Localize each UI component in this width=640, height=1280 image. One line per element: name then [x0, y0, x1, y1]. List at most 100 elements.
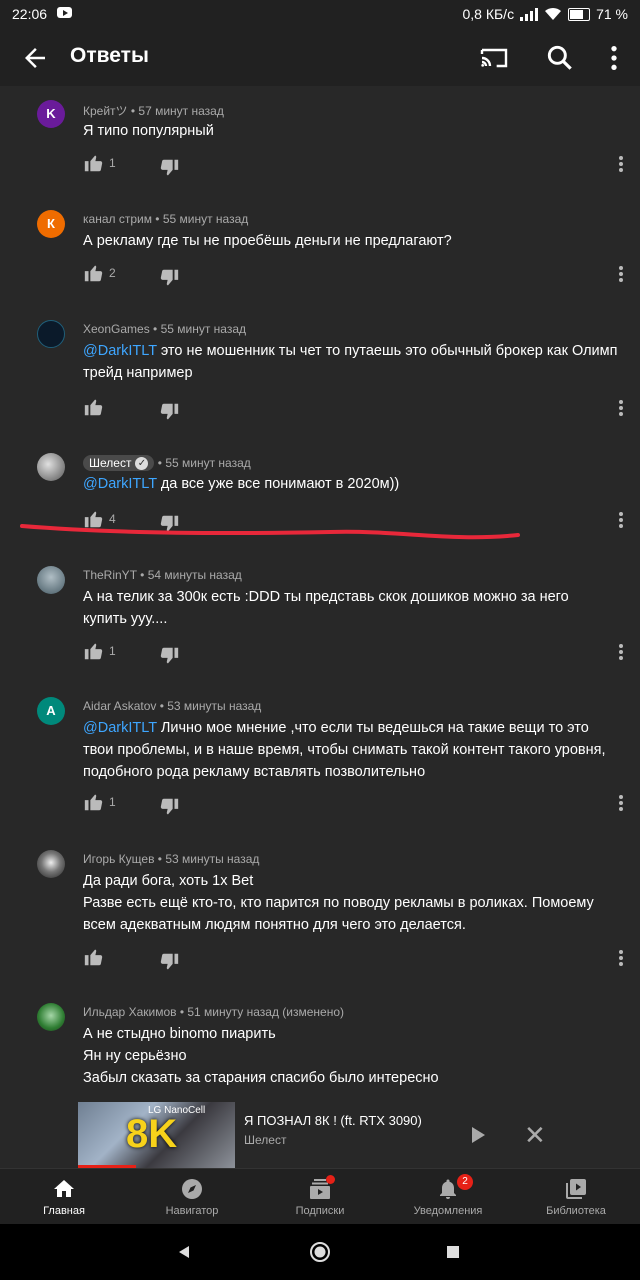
comment-line: Я типо популярный: [83, 123, 214, 139]
avatar[interactable]: [37, 453, 65, 481]
red-underline-annotation: [20, 524, 520, 540]
comment-line: Разве есть ещё кто-то, кто парится по по…: [83, 895, 594, 911]
search-icon[interactable]: [544, 42, 576, 74]
comment-time: 55 минут назад: [165, 456, 251, 470]
comment-menu-icon[interactable]: [619, 156, 623, 172]
comment-line: А не стыдно binomo пиарить: [83, 1026, 276, 1042]
comment-author[interactable]: Aidar Askatov: [83, 699, 156, 713]
thumb-down-icon[interactable]: [158, 401, 180, 423]
thumb-up-icon[interactable]: [83, 262, 105, 284]
comment-actions: 2: [83, 262, 623, 286]
avatar[interactable]: [37, 1003, 65, 1031]
comment-author[interactable]: Игорь Кущев: [83, 852, 154, 866]
comment-time: 51 минуту назад (изменено): [187, 1005, 345, 1019]
comment-line: @DarkITLT Лично мое мнение ,что если ты …: [83, 717, 623, 739]
like-count: 2: [109, 266, 116, 280]
comment-line: твои проблемы, и в наше время, чтобы сни…: [83, 742, 606, 758]
comment-menu-icon[interactable]: [619, 795, 623, 811]
status-right: 0,8 КБ/с 71 %: [462, 6, 628, 22]
comment-time: 57 минут назад: [138, 104, 224, 118]
comment-author[interactable]: канал стрим: [83, 212, 152, 226]
avatar[interactable]: [37, 850, 65, 878]
avatar[interactable]: [37, 566, 65, 594]
thumb-down-icon[interactable]: [158, 157, 180, 179]
nav-library[interactable]: Библиотека: [512, 1169, 640, 1225]
signal-icon: [520, 7, 539, 21]
system-recents-icon[interactable]: [446, 1245, 460, 1259]
thumb-up-icon[interactable]: [83, 791, 105, 813]
library-icon: [566, 1179, 586, 1199]
mention-link[interactable]: @DarkITLT: [83, 343, 157, 359]
comment-menu-icon[interactable]: [619, 400, 623, 416]
avatar[interactable]: K: [37, 100, 65, 128]
mini-player-channel: Шелест: [244, 1133, 287, 1147]
comment-meta: Крейтツ • 57 минут назад: [83, 104, 224, 118]
comment-line: @DarkITLT да все уже все понимают в 2020…: [83, 473, 623, 495]
notification-badge: 2: [457, 1174, 473, 1190]
comment-author[interactable]: TheRinYT: [83, 568, 137, 582]
system-back-icon[interactable]: [176, 1244, 192, 1260]
wifi-icon: [545, 7, 562, 20]
comment-meta: Ильдар Хакимов • 51 минуту назад (измене…: [83, 1005, 345, 1019]
comment-line: А на телик за 300к есть :DDD ты представ…: [83, 589, 569, 605]
mention-link[interactable]: @DarkITLT: [83, 720, 157, 736]
cast-icon[interactable]: [478, 42, 510, 74]
nav-subscriptions[interactable]: Подписки: [256, 1169, 384, 1225]
thumb-up-icon[interactable]: [83, 640, 105, 662]
comment-actions: [83, 946, 623, 970]
avatar[interactable]: [37, 320, 65, 348]
avatar[interactable]: К: [37, 210, 65, 238]
page-title: Ответы: [70, 44, 149, 67]
nav-explore[interactable]: Навигатор: [128, 1169, 256, 1225]
nav-label: Главная: [43, 1205, 85, 1217]
status-bar: 22:06 0,8 КБ/с 71 %: [0, 0, 640, 30]
comment-menu-icon[interactable]: [619, 644, 623, 660]
battery-icon: [568, 7, 591, 21]
mini-player[interactable]: LG NanoCell 8K Я ПОЗНАЛ 8К ! (ft. RTX 30…: [78, 1102, 640, 1168]
avatar[interactable]: A: [37, 697, 65, 725]
comment-time: 53 минуты назад: [165, 852, 260, 866]
channel-owner-badge[interactable]: Шелест ✓: [83, 455, 155, 471]
status-time: 22:06: [12, 6, 48, 22]
mini-player-title[interactable]: Я ПОЗНАЛ 8К ! (ft. RTX 3090): [244, 1113, 422, 1128]
thumb-up-icon[interactable]: [83, 396, 105, 418]
back-arrow-icon[interactable]: [20, 43, 50, 73]
comment-author: Шелест: [89, 456, 132, 470]
comment-author[interactable]: Ильдар Хакимов: [83, 1005, 177, 1019]
video-thumbnail[interactable]: LG NanoCell 8K: [78, 1102, 235, 1168]
comment-text: А рекламу где ты не проебёшь деньги не п…: [83, 230, 623, 252]
thumb-down-icon[interactable]: [158, 951, 180, 973]
app-bar: Ответы: [0, 30, 640, 86]
comment-text: А на телик за 300к есть :DDD ты представ…: [83, 586, 623, 630]
comment-author[interactable]: Крейтツ: [83, 104, 128, 118]
close-icon[interactable]: ✕: [524, 1122, 546, 1148]
comment-time: 53 минуты назад: [167, 699, 262, 713]
comment-menu-icon[interactable]: [619, 950, 623, 966]
like-count: 1: [109, 795, 116, 809]
nav-label: Подписки: [295, 1205, 345, 1217]
thumb-up-icon[interactable]: [83, 152, 105, 174]
thumb-down-icon[interactable]: [158, 645, 180, 667]
nav-label: Уведомления: [413, 1205, 483, 1217]
battery-level: 71 %: [596, 6, 628, 22]
comment-line: подобного рода рекламу вставлять позволи…: [83, 764, 426, 780]
comment-meta: TheRinYT • 54 минуты назад: [83, 568, 242, 582]
comment-line: всем адекватным людям понятно для чего э…: [83, 917, 466, 933]
comment-author[interactable]: XeonGames: [83, 322, 150, 336]
comment-line: трейд например: [83, 365, 193, 381]
system-home-icon[interactable]: [309, 1241, 331, 1263]
thumb-up-icon[interactable]: [83, 946, 105, 968]
thumb-down-icon[interactable]: [158, 267, 180, 289]
nav-home[interactable]: Главная: [0, 1169, 128, 1225]
mention-link[interactable]: @DarkITLT: [83, 476, 157, 492]
nav-label: Навигатор: [165, 1205, 219, 1217]
nav-notifications[interactable]: 2 Уведомления: [384, 1169, 512, 1225]
system-navigation-bar: [0, 1224, 640, 1280]
comment-line: Забыл сказать за старания спасибо было и…: [83, 1070, 439, 1086]
play-icon[interactable]: [472, 1127, 485, 1143]
nav-label: Библиотека: [546, 1205, 606, 1217]
more-vert-icon[interactable]: [598, 42, 630, 74]
thumb-down-icon[interactable]: [158, 796, 180, 818]
comment-meta: XeonGames • 55 минут назад: [83, 322, 247, 336]
comment-menu-icon[interactable]: [619, 266, 623, 282]
